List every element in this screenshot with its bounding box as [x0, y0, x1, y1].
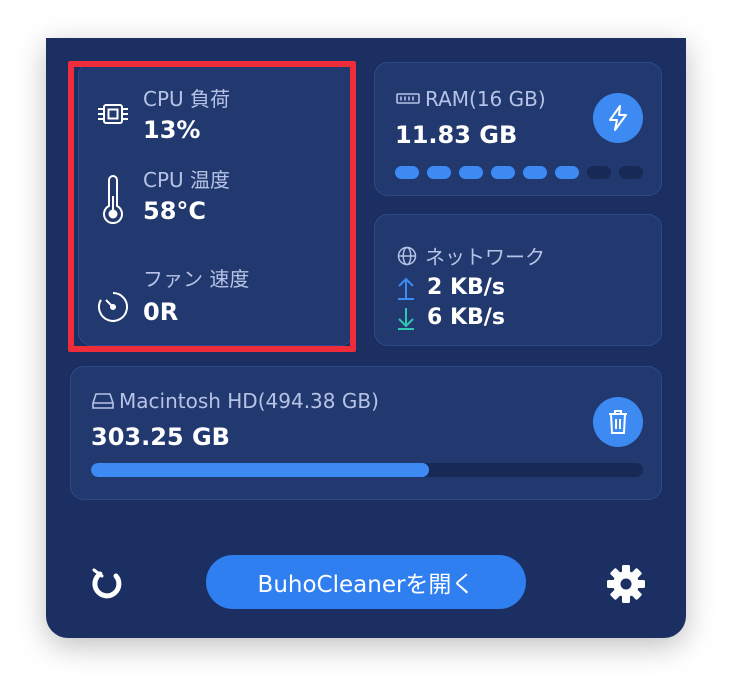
ram-meter-segment [587, 166, 611, 179]
lightning-icon [606, 104, 630, 132]
memory-module-icon [395, 89, 421, 109]
ram-meter-segment [395, 166, 419, 179]
network-card: ネットワーク 2 KB/s 6 KB/s [374, 214, 662, 346]
cpu-card: CPU 負荷 13% CPU 温度 58°C ファン 速度 0R [78, 62, 354, 346]
ram-card[interactable]: RAM(16 GB) 11.83 GB [374, 62, 662, 196]
disk-usage-bar [91, 463, 643, 477]
disk-usage-fill [91, 463, 430, 477]
cpu-load-row: CPU 負荷 13% [95, 83, 230, 144]
cpu-chip-icon [95, 96, 131, 132]
cpu-temp-row: CPU 温度 58°C [95, 168, 230, 227]
menu-bar-popover: CPU 負荷 13% CPU 温度 58°C ファン 速度 0R RAM(16 … [46, 38, 686, 638]
disk-used-value: 303.25 GB [91, 423, 230, 451]
hard-drive-icon [91, 390, 115, 412]
gear-icon[interactable] [604, 562, 648, 606]
ram-meter-segment [523, 166, 547, 179]
ram-value: 11.83 GB [395, 121, 518, 149]
fan-speed-value: 0R [143, 298, 179, 326]
ram-meter-segment [555, 166, 579, 179]
buho-logo-icon[interactable] [84, 562, 128, 606]
thermometer-icon [95, 173, 131, 227]
ram-label: RAM(16 GB) [425, 87, 546, 111]
fan-speed-label: ファン 速度 [143, 267, 250, 291]
ram-meter-segment [427, 166, 451, 179]
ram-meter-segment [459, 166, 483, 179]
ram-meter-segment [619, 166, 643, 179]
trash-button[interactable] [593, 397, 643, 447]
cpu-load-label: CPU 負荷 [143, 87, 231, 111]
download-speed: 6 KB/s [427, 305, 505, 330]
fan-speed-row: ファン 速度 0R [95, 263, 249, 326]
cpu-temp-value: 58°C [143, 196, 207, 225]
boost-button[interactable] [593, 93, 643, 143]
arrow-down-icon [395, 306, 417, 330]
cpu-temp-label: CPU 温度 [143, 167, 231, 192]
upload-speed: 2 KB/s [427, 275, 505, 300]
open-buhocleaner-button[interactable]: BuhoCleanerを開く [206, 555, 526, 609]
arrow-up-icon [395, 276, 417, 300]
network-label: ネットワーク [425, 245, 545, 269]
trash-icon [607, 409, 629, 435]
disk-label: Macintosh HD(494.38 GB) [119, 389, 379, 413]
disk-card[interactable]: Macintosh HD(494.38 GB) 303.25 GB [70, 366, 662, 500]
ram-meter-segment [491, 166, 515, 179]
globe-icon [395, 244, 419, 268]
ram-usage-meter [395, 166, 643, 179]
gauge-icon [95, 289, 131, 325]
cpu-load-value: 13% [143, 116, 201, 144]
